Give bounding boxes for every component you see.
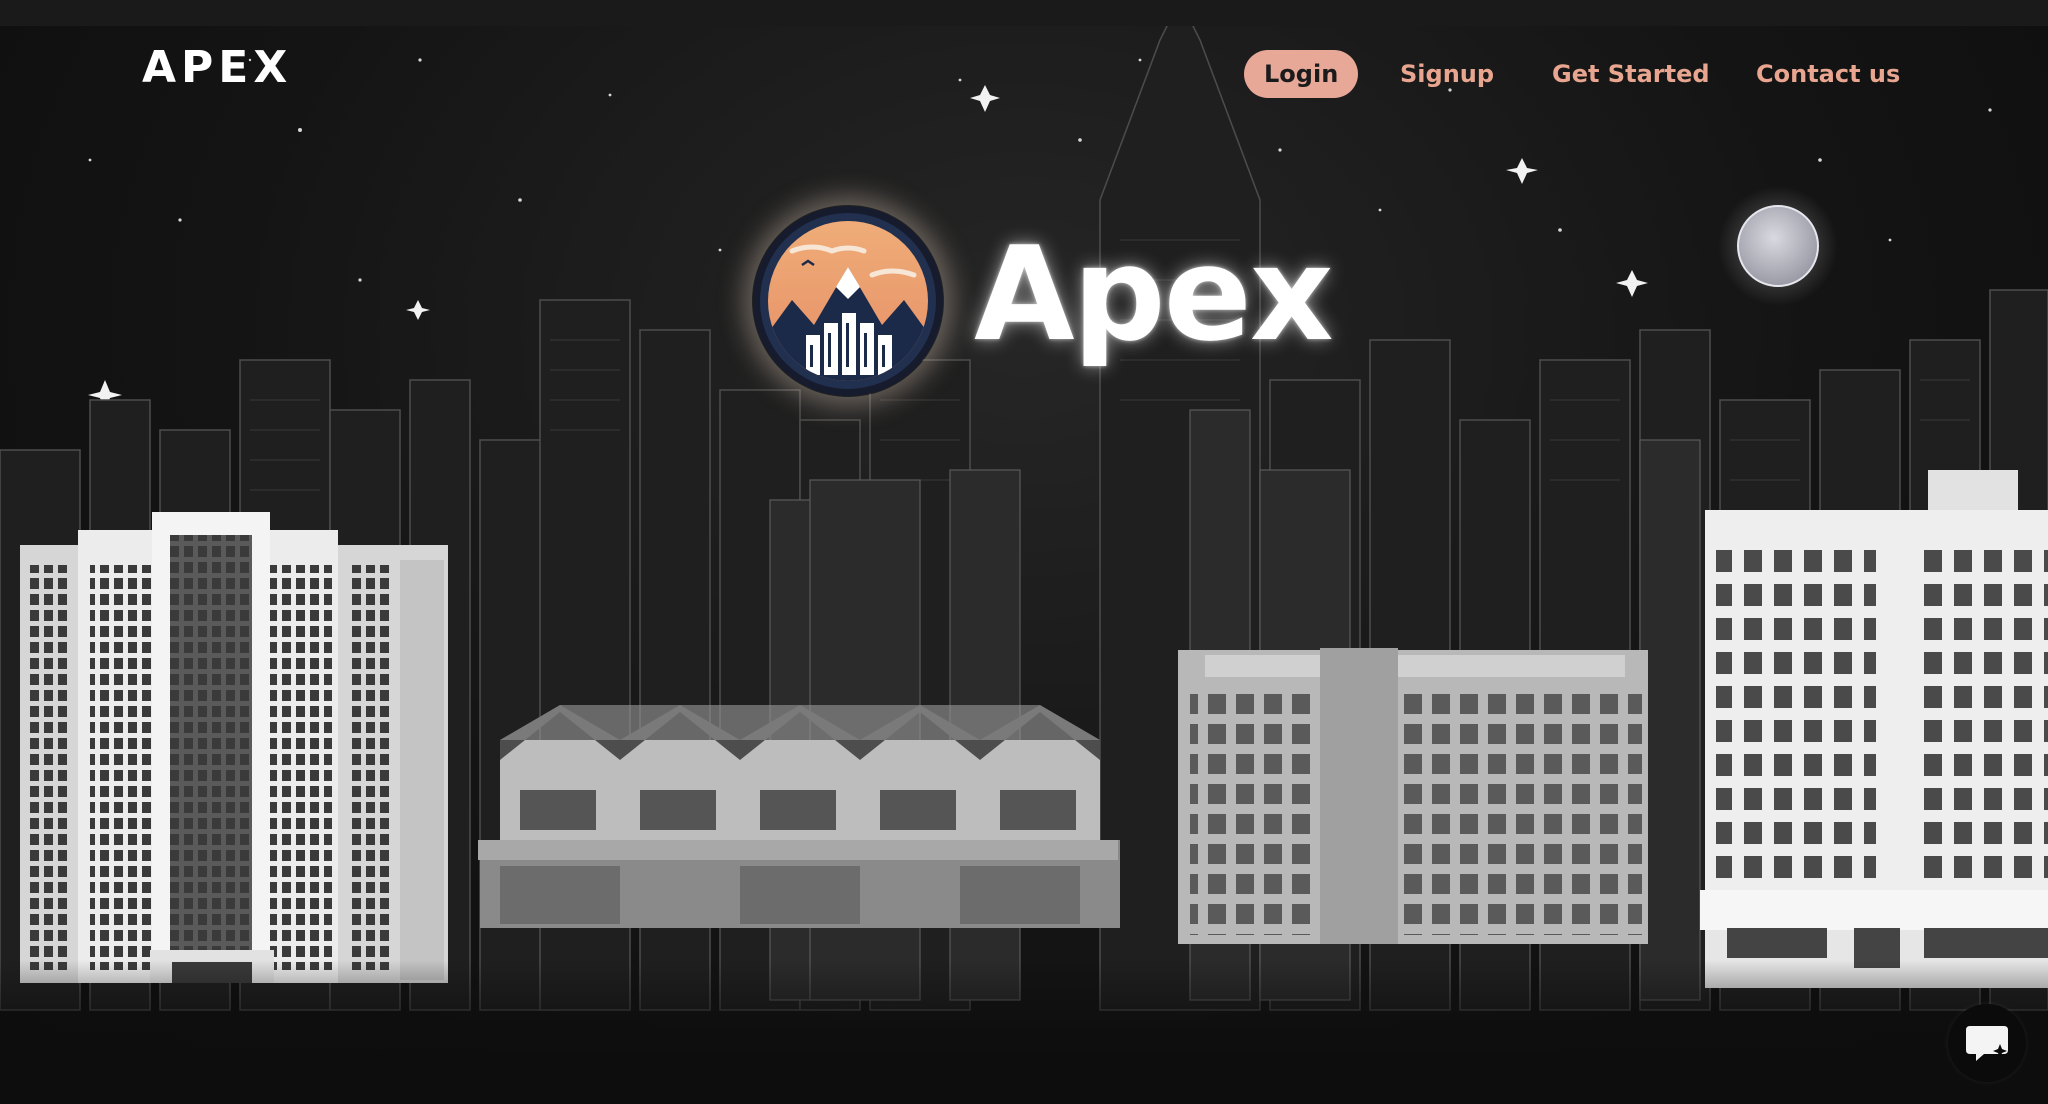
contact-us-link[interactable]: Contact us bbox=[1736, 50, 1920, 98]
left-tower-building bbox=[20, 512, 448, 983]
night-city-background bbox=[0, 0, 2048, 1011]
bottom-fade bbox=[0, 960, 2048, 1104]
chat-widget-button[interactable] bbox=[1948, 1004, 2026, 1082]
top-navigation: APEX Login Signup Get Started Contact us bbox=[0, 26, 2048, 122]
signup-link[interactable]: Signup bbox=[1380, 50, 1514, 98]
chat-bubble-icon bbox=[1966, 1026, 2008, 1061]
hero-title: Apex bbox=[974, 218, 1334, 370]
hero-branding: Apex bbox=[752, 205, 1352, 400]
landing-page: APEX Login Signup Get Started Contact us bbox=[0, 0, 2048, 1104]
moon-icon bbox=[1737, 205, 1819, 287]
apartment-building bbox=[1178, 648, 1648, 944]
brand-logo-text[interactable]: APEX bbox=[142, 46, 292, 90]
warehouse-building bbox=[478, 705, 1120, 928]
browser-top-strip bbox=[0, 0, 2048, 26]
right-office-building bbox=[1700, 470, 2048, 988]
get-started-link[interactable]: Get Started bbox=[1532, 50, 1730, 98]
mountain-city-logo-icon bbox=[753, 206, 943, 396]
login-button[interactable]: Login bbox=[1244, 50, 1359, 98]
